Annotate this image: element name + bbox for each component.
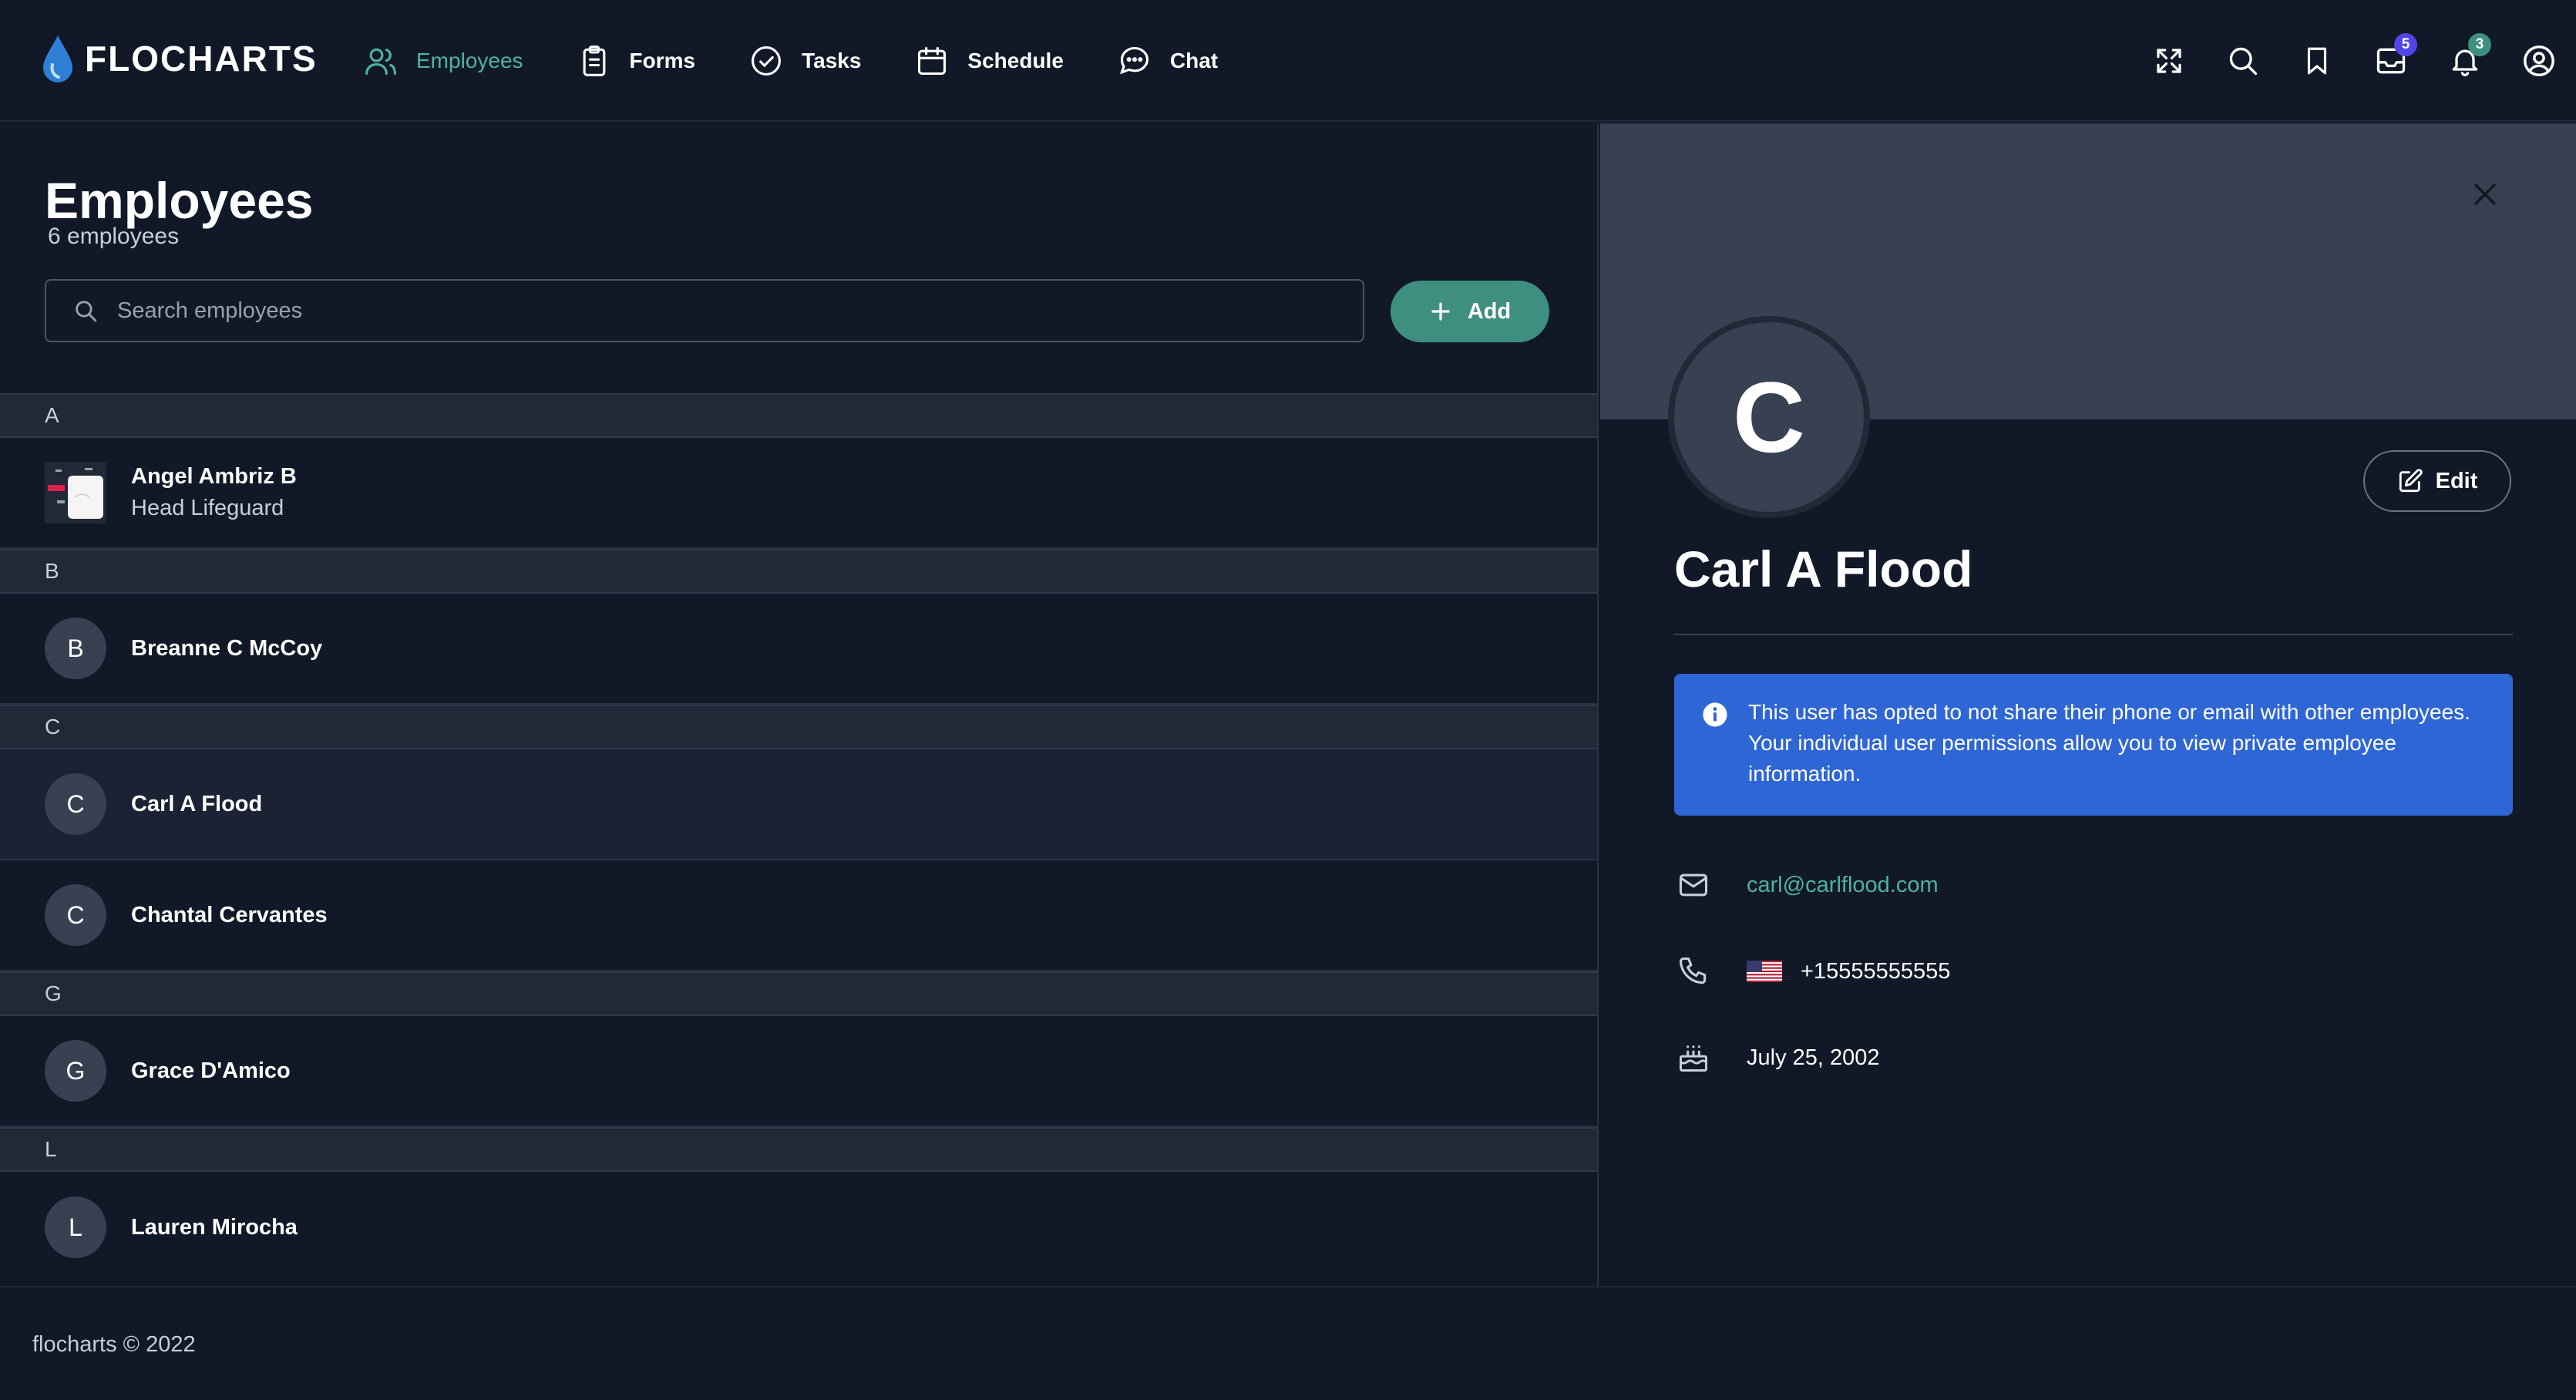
group-header: B	[0, 549, 1597, 594]
search-input[interactable]	[116, 297, 1275, 325]
search-box[interactable]	[45, 279, 1364, 342]
inbox-button[interactable]: 5	[2354, 24, 2428, 98]
alert-text: This user has opted to not share their p…	[1748, 700, 2470, 786]
notifications-badge: 3	[2468, 33, 2491, 56]
group-header: C	[0, 705, 1597, 749]
profile-avatar: C	[1668, 316, 1870, 518]
employees-panel: Employees 6 employees Add A	[0, 123, 1599, 1286]
nav-item-chat[interactable]: Chat	[1118, 44, 1218, 78]
bookmarks-button[interactable]	[2280, 24, 2354, 98]
brand-logo[interactable]: FLOCHARTS	[42, 34, 318, 83]
nav-item-forms[interactable]: Forms	[577, 44, 696, 78]
brand-name: FLOCHARTS	[85, 39, 318, 79]
bookmark-icon	[2307, 47, 2327, 75]
edit-button-label: Edit	[2435, 468, 2478, 493]
search-button[interactable]	[2206, 24, 2280, 98]
add-employee-button[interactable]: Add	[1391, 281, 1549, 342]
calendar-icon	[915, 44, 949, 78]
group-header: L	[0, 1127, 1597, 1172]
close-icon	[2474, 183, 2496, 205]
list-item[interactable]: L Lauren Mirocha	[0, 1172, 1597, 1283]
nav-item-employees[interactable]: Employees	[364, 44, 523, 78]
top-navigation: FLOCHARTS Employees Forms Tasks Schedule	[0, 0, 2576, 122]
notifications-button[interactable]: 3	[2428, 24, 2502, 98]
check-circle-icon	[749, 44, 783, 78]
profile-panel: C Edit Carl A Flood This user has opted …	[1600, 123, 2576, 1286]
cake-icon	[1674, 1041, 1713, 1075]
nav-item-label: Employees	[416, 49, 523, 72]
list-item-selected[interactable]: C Carl A Flood	[0, 749, 1597, 860]
us-flag-icon	[1747, 961, 1782, 982]
group-header: G	[0, 971, 1597, 1016]
email-link[interactable]: carl@carlflood.com	[1747, 873, 1939, 898]
avatar: L	[45, 1196, 106, 1258]
employee-name: Chantal Cervantes	[131, 902, 328, 927]
list-item[interactable]: B Breanne C McCoy	[0, 594, 1597, 705]
nav-item-label: Chat	[1169, 49, 1219, 72]
edit-icon	[2399, 469, 2423, 493]
nav-item-label: Tasks	[802, 49, 862, 72]
account-button[interactable]	[2502, 24, 2576, 98]
plus-icon	[1431, 302, 1450, 321]
employee-title: Head Lifeguard	[131, 496, 284, 520]
page-title: Employees	[45, 172, 314, 229]
employee-name: Breanne C McCoy	[131, 635, 323, 661]
nav-item-label: Schedule	[967, 49, 1064, 72]
user-circle-icon	[2524, 45, 2554, 76]
search-icon	[2229, 47, 2258, 76]
phone-row: +15555555555	[1674, 954, 1950, 988]
avatar	[45, 462, 106, 523]
edit-profile-button[interactable]: Edit	[2363, 450, 2511, 512]
employee-name: Lauren Mirocha	[131, 1214, 298, 1240]
list-item[interactable]: Angel Ambriz B Head Lifeguard	[0, 438, 1597, 549]
phone-number: +15555555555	[1801, 958, 1951, 984]
avatar: C	[45, 884, 106, 946]
search-icon	[76, 301, 97, 322]
clipboard-icon	[577, 44, 611, 78]
avatar: G	[45, 1040, 106, 1102]
avatar: B	[45, 618, 106, 679]
expand-icon	[2157, 49, 2181, 73]
nav-item-schedule[interactable]: Schedule	[915, 44, 1064, 78]
divider	[1674, 634, 2513, 635]
droplet-logo-icon	[43, 35, 72, 82]
close-profile-button[interactable]	[2460, 170, 2510, 219]
info-icon	[1703, 702, 1727, 727]
mail-icon	[1674, 868, 1713, 902]
list-item[interactable]: C Chantal Cervantes	[0, 860, 1597, 971]
employee-list: A Angel Ambriz B Head Lifeguard B B Brea…	[0, 393, 1597, 1283]
employee-name: Angel Ambriz B	[131, 464, 297, 489]
nav-item-tasks[interactable]: Tasks	[749, 44, 861, 78]
inbox-badge: 5	[2394, 33, 2417, 56]
chat-bubble-icon	[1118, 44, 1152, 78]
users-icon	[364, 44, 398, 78]
employee-count: 6 employees	[48, 224, 180, 249]
phone-icon	[1674, 954, 1713, 988]
birthday-row: July 25, 2002	[1674, 1041, 1880, 1075]
nav-item-label: Forms	[629, 49, 696, 72]
footer-copyright: flocharts © 2022	[32, 1332, 196, 1357]
footer: flocharts © 2022	[0, 1286, 2576, 1400]
group-header: A	[0, 393, 1597, 438]
list-item[interactable]: G Grace D'Amico	[0, 1016, 1597, 1127]
add-button-label: Add	[1467, 298, 1512, 324]
email-row: carl@carlflood.com	[1674, 868, 1939, 902]
avatar: C	[45, 773, 106, 835]
employee-name: Grace D'Amico	[131, 1058, 291, 1083]
employee-name: Carl A Flood	[131, 791, 263, 816]
birthday: July 25, 2002	[1747, 1045, 1880, 1070]
fullscreen-button[interactable]	[2132, 24, 2206, 98]
profile-name: Carl A Flood	[1674, 540, 1973, 597]
privacy-alert: This user has opted to not share their p…	[1674, 674, 2513, 816]
